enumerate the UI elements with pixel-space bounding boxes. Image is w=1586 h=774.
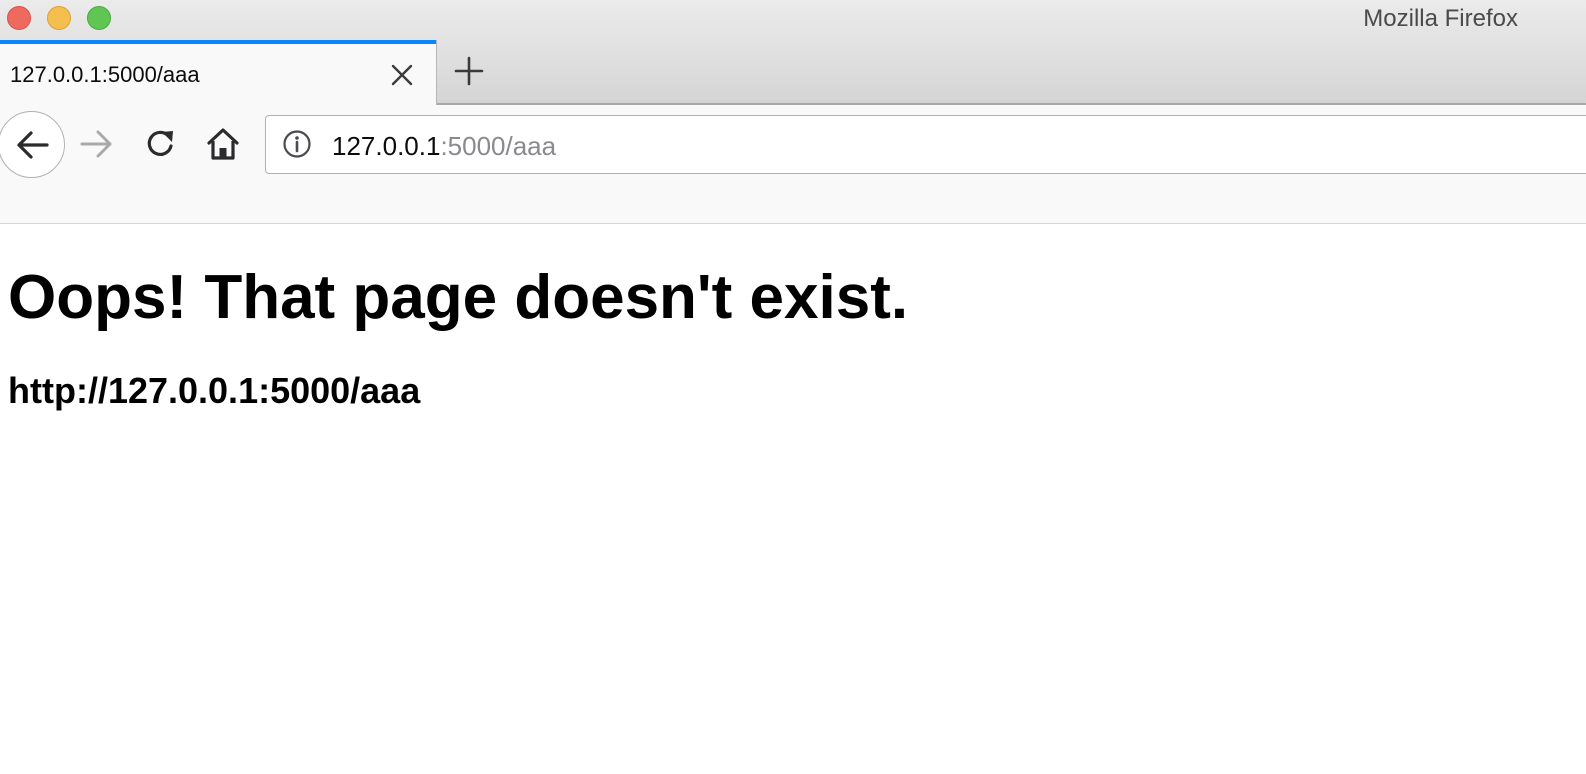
back-arrow-icon <box>14 129 50 161</box>
info-icon <box>282 129 312 159</box>
tab-active[interactable]: 127.0.0.1:5000/aaa <box>0 40 437 106</box>
forward-arrow-icon <box>79 128 115 160</box>
window-close-button[interactable] <box>7 6 31 30</box>
url-text[interactable]: 127.0.0.1:5000/aaa <box>332 131 556 161</box>
error-heading: Oops! That page doesn't exist. <box>8 263 909 332</box>
tab-title: 127.0.0.1:5000/aaa <box>10 62 200 87</box>
browser-window: Mozilla Firefox 127.0.0.1:5000/aaa 127.0… <box>0 0 1586 774</box>
site-info-button[interactable] <box>282 129 312 159</box>
home-icon <box>205 126 241 162</box>
window-title: Mozilla Firefox <box>1363 5 1518 32</box>
close-icon <box>391 64 413 86</box>
back-button[interactable] <box>0 111 65 178</box>
requested-url: http://127.0.0.1:5000/aaa <box>8 370 421 411</box>
url-bar[interactable]: 127.0.0.1:5000/aaa <box>265 115 1586 174</box>
url-path: :5000/aaa <box>440 131 557 161</box>
page-content: Oops! That page doesn't exist. http://12… <box>0 225 1586 774</box>
url-host: 127.0.0.1 <box>332 131 441 161</box>
close-tab-button[interactable] <box>386 59 418 91</box>
navigation-toolbar: 127.0.0.1:5000/aaa <box>0 105 1586 224</box>
forward-button[interactable] <box>77 124 117 164</box>
reload-button[interactable] <box>141 124 181 164</box>
home-button[interactable] <box>203 124 243 164</box>
new-tab-button[interactable] <box>450 52 488 90</box>
tab-active-indicator <box>0 40 436 44</box>
window-minimize-button[interactable] <box>47 6 71 30</box>
window-maximize-button[interactable] <box>87 6 111 30</box>
title-bar: Mozilla Firefox 127.0.0.1:5000/aaa <box>0 0 1586 106</box>
plus-icon <box>454 56 484 86</box>
reload-icon <box>144 127 178 161</box>
